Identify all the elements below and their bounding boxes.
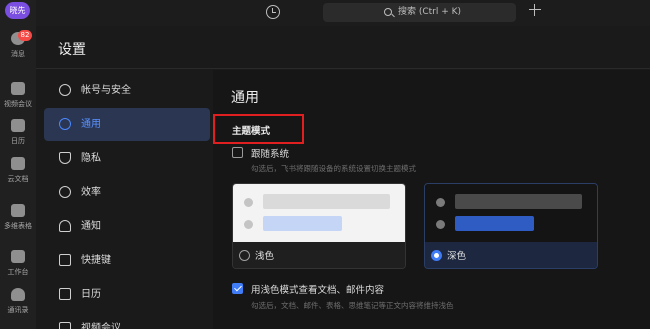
- nav-item-privacy[interactable]: 隐私: [44, 142, 210, 175]
- contacts-icon: [11, 288, 25, 301]
- light-docs-hint: 勾选后，文档、邮件、表格、思维笔记等正文内容将维持浅色: [251, 301, 454, 310]
- cloud-doc-icon: [11, 157, 25, 170]
- preview-dot: [436, 198, 445, 207]
- nav-item-general[interactable]: 通用: [44, 108, 210, 141]
- dark-theme-label: 深色: [447, 251, 467, 262]
- top-bar: 搜索 (Ctrl + K): [36, 0, 650, 26]
- gear-icon: [59, 118, 71, 130]
- table-icon: [11, 204, 25, 217]
- light-theme-label: 浅色: [255, 251, 275, 262]
- rail-item-label: 云文档: [7, 175, 29, 183]
- nav-item-label: 通用: [81, 119, 101, 130]
- section-title: 通用: [231, 90, 259, 106]
- nav-item-video-meeting[interactable]: 视频会议: [44, 312, 210, 329]
- nav-item-calendar[interactable]: 日历: [44, 278, 210, 311]
- dark-theme-radio[interactable]: [431, 250, 442, 261]
- follow-system-label: 跟随系统: [251, 149, 290, 160]
- follow-system-hint: 勾选后，飞书将跟随设备的系统设置切换主题模式: [251, 164, 416, 173]
- nav-item-label: 隐私: [81, 153, 101, 164]
- app-rail: 晓先 消息 82 视频会议 日历 云文档 多维表格 工作台 通讯录: [0, 0, 36, 329]
- bell-icon: [59, 220, 71, 232]
- preview-bar: [263, 194, 390, 209]
- preview-dot: [244, 198, 253, 207]
- calendar-icon: [59, 288, 71, 300]
- nav-item-label: 视频会议: [81, 323, 121, 329]
- dark-theme-preview: [425, 184, 597, 242]
- rail-item-contacts[interactable]: 通讯录: [0, 288, 36, 324]
- nav-item-shortcuts[interactable]: 快捷键: [44, 244, 210, 277]
- calendar-icon: [11, 119, 25, 132]
- preview-bar: [263, 216, 342, 231]
- nav-item-label: 快捷键: [81, 255, 111, 266]
- workspace-icon: [11, 250, 25, 263]
- rail-item-label: 日历: [11, 137, 25, 145]
- nav-item-label: 日历: [81, 289, 101, 300]
- settings-header: 设置: [36, 26, 650, 69]
- page-title: 设置: [58, 42, 86, 58]
- search-placeholder: 搜索 (Ctrl + K): [398, 7, 462, 17]
- rail-item-label: 视频会议: [4, 100, 32, 108]
- rail-item-label: 通讯录: [7, 306, 29, 314]
- dark-theme-card[interactable]: 深色: [424, 183, 598, 269]
- history-icon[interactable]: [266, 5, 280, 19]
- follow-system-checkbox[interactable]: [232, 147, 243, 158]
- app-window: 晓先 消息 82 视频会议 日历 云文档 多维表格 工作台 通讯录 搜索 (Ct…: [0, 0, 650, 329]
- keyboard-icon: [59, 254, 71, 266]
- rail-item-video-meeting[interactable]: 视频会议: [0, 82, 36, 118]
- unread-badge: 82: [18, 30, 32, 41]
- search-icon: [384, 8, 392, 16]
- rail-item-cloud-docs[interactable]: 云文档: [0, 157, 36, 193]
- user-icon: [59, 84, 71, 96]
- light-theme-preview: [233, 184, 405, 242]
- nav-item-label: 效率: [81, 187, 101, 198]
- preview-bar: [455, 216, 534, 231]
- search-input[interactable]: 搜索 (Ctrl + K): [323, 3, 516, 22]
- nav-item-label: 通知: [81, 221, 101, 232]
- preview-bar: [455, 194, 582, 209]
- shield-icon: [59, 152, 71, 164]
- rail-item-label: 多维表格: [4, 222, 32, 230]
- video-icon: [59, 322, 71, 329]
- light-theme-radio[interactable]: [239, 250, 250, 261]
- nav-item-efficiency[interactable]: 效率: [44, 176, 210, 209]
- plus-icon[interactable]: [529, 4, 541, 16]
- light-docs-checkbox[interactable]: [232, 283, 243, 294]
- light-theme-card[interactable]: 浅色: [232, 183, 406, 269]
- avatar[interactable]: 晓先: [5, 2, 30, 19]
- rail-item-bitable[interactable]: 多维表格: [0, 204, 36, 240]
- preview-dot: [436, 220, 445, 229]
- rail-item-label: 消息: [11, 50, 25, 58]
- video-icon: [11, 82, 25, 95]
- nav-item-label: 帐号与安全: [81, 85, 131, 96]
- light-theme-option: 浅色: [233, 242, 405, 268]
- theme-mode-label: 主题模式: [232, 126, 271, 137]
- rail-item-workspace[interactable]: 工作台: [0, 250, 36, 286]
- settings-content: 通用 主题模式 跟随系统 勾选后，飞书将跟随设备的系统设置切换主题模式 浅色 深…: [213, 70, 650, 329]
- nav-item-account-security[interactable]: 帐号与安全: [44, 74, 210, 107]
- light-docs-label: 用浅色模式查看文档、邮件内容: [251, 285, 385, 296]
- rail-item-calendar[interactable]: 日历: [0, 119, 36, 155]
- rail-item-label: 工作台: [7, 268, 29, 276]
- settings-nav: 帐号与安全 通用 隐私 效率 通知 快捷键 日历 视频会议: [36, 70, 213, 329]
- nav-item-notifications[interactable]: 通知: [44, 210, 210, 243]
- bulb-icon: [59, 186, 71, 198]
- settings-panel: 设置 帐号与安全 通用 隐私 效率 通知 快捷键 日历 视频会议 通用 主题模式…: [36, 26, 650, 329]
- dark-theme-option: 深色: [425, 242, 597, 268]
- preview-dot: [244, 220, 253, 229]
